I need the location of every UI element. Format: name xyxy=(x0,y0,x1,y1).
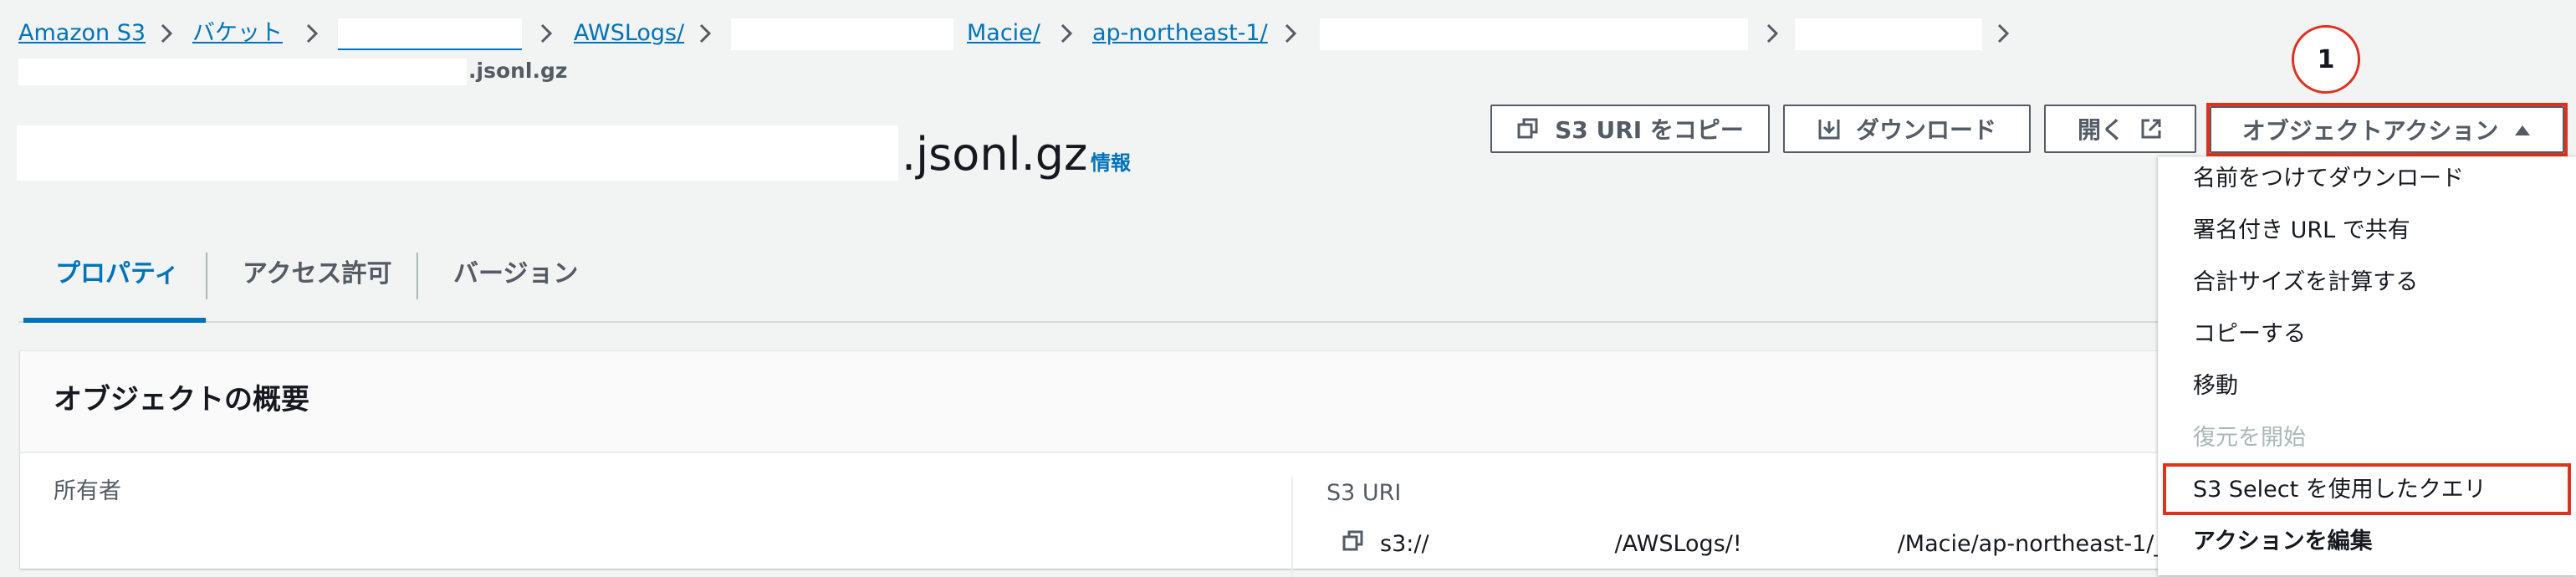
breadcrumb-path-redacted[interactable] xyxy=(1795,18,1982,50)
owner-label: 所有者 xyxy=(54,478,121,504)
breadcrumb-awslogs[interactable]: AWSLogs/ xyxy=(574,18,684,49)
copy-s3-uri-button[interactable]: S3 URI をコピー xyxy=(1490,105,1770,153)
download-button[interactable]: ダウンロード xyxy=(1783,105,2031,153)
breadcrumb-macie[interactable]: Macie/ xyxy=(967,18,1040,49)
menu-item-presigned-url[interactable]: 署名付き URL で共有 xyxy=(2193,216,2410,246)
panel-header: オブジェクトの概要 xyxy=(20,351,2195,453)
menu-item-copy[interactable]: コピーする xyxy=(2193,319,2306,350)
s3-uri-label: S3 URI xyxy=(1326,480,1402,506)
s3-uri-scheme: s3:// xyxy=(1380,530,1429,557)
s3-uri-macie-path: /Macie/ap-northeast-1/_ xyxy=(1897,530,2165,557)
s3-uri-value: s3:// /AWSLogs/! /Macie/ap-northeast-1/_ xyxy=(1342,527,2165,560)
breadcrumb-current-name-redacted xyxy=(18,59,467,85)
tab-divider xyxy=(206,253,207,299)
panel-title: オブジェクトの概要 xyxy=(54,383,309,416)
external-link-icon xyxy=(2139,117,2163,140)
chevron-right-icon xyxy=(1992,18,2014,49)
s3-select-highlight xyxy=(2163,463,2571,515)
chevron-right-icon xyxy=(535,18,557,49)
open-label: 開く xyxy=(2077,116,2124,144)
tab-divider xyxy=(417,253,418,299)
menu-item-calculate-size[interactable]: 合計サイズを計算する xyxy=(2193,268,2418,298)
download-icon xyxy=(1817,117,1841,140)
open-button[interactable]: 開く xyxy=(2044,105,2196,153)
s3-uri-awslogs: /AWSLogs/! xyxy=(1614,530,1742,557)
breadcrumb-amazon-s3[interactable]: Amazon S3 xyxy=(18,18,146,49)
tab-properties[interactable]: プロパティ xyxy=(55,255,179,294)
copy-s3-uri-label: S3 URI をコピー xyxy=(1555,116,1744,144)
menu-item-download-as[interactable]: 名前をつけてダウンロード xyxy=(2193,164,2464,194)
object-actions-highlight xyxy=(2206,103,2568,156)
breadcrumb-buckets[interactable]: バケット xyxy=(192,18,283,49)
callout-1: 1 xyxy=(2292,25,2360,94)
menu-item-move[interactable]: 移動 xyxy=(2193,371,2238,401)
object-overview-panel: オブジェクトの概要 所有者 S3 URI s3:// /AWSLogs/! /M… xyxy=(20,351,2195,577)
page-title: .jsonl.gz xyxy=(902,128,1088,181)
breadcrumb-bucket-name-redacted[interactable] xyxy=(338,18,522,50)
tabs-divider-line xyxy=(18,321,2159,323)
chevron-right-icon xyxy=(1761,18,1783,49)
object-name-redacted xyxy=(17,125,898,181)
column-divider xyxy=(1291,477,1293,577)
menu-item-initiate-restore: 復元を開始 xyxy=(2193,425,2306,451)
chevron-right-icon xyxy=(694,18,716,49)
info-link[interactable]: 情報 xyxy=(1091,151,1131,176)
breadcrumb-ap-northeast-1[interactable]: ap-northeast-1/ xyxy=(1092,18,1268,49)
tab-permissions[interactable]: アクセス許可 xyxy=(243,255,392,294)
download-label: ダウンロード xyxy=(1855,116,1996,144)
chevron-right-icon xyxy=(1280,18,1301,49)
breadcrumb-current: .jsonl.gz xyxy=(468,59,568,83)
breadcrumb-path-redacted[interactable] xyxy=(1320,18,1748,50)
chevron-right-icon xyxy=(301,18,323,49)
breadcrumb-account-id-redacted[interactable] xyxy=(731,18,953,50)
chevron-right-icon xyxy=(1055,18,1077,49)
menu-section-edit-actions: アクションを編集 xyxy=(2193,528,2373,554)
active-tab-indicator xyxy=(23,318,206,323)
tab-versions[interactable]: バージョン xyxy=(453,255,578,294)
copy-icon[interactable] xyxy=(1342,529,1365,559)
copy-icon xyxy=(1516,117,1540,140)
chevron-right-icon xyxy=(156,18,177,49)
